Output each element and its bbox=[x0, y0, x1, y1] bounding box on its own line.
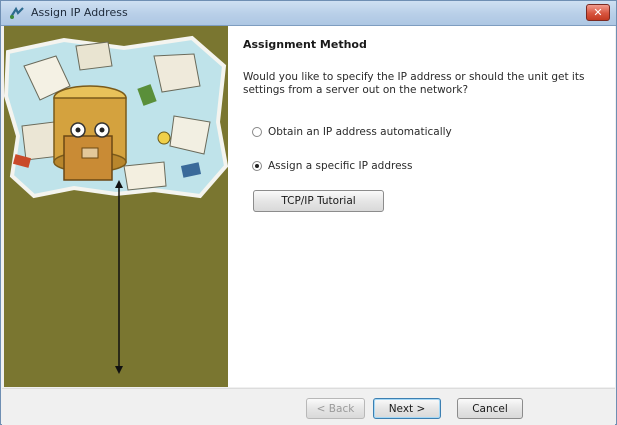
wizard-side-panel bbox=[4, 26, 228, 387]
radio-label[interactable]: Obtain an IP address automatically bbox=[268, 126, 452, 138]
back-button[interactable]: < Back bbox=[306, 398, 365, 419]
page-heading: Assignment Method bbox=[243, 38, 367, 51]
wizard-illustration bbox=[4, 35, 228, 374]
title-bar[interactable]: Assign IP Address ✕ bbox=[1, 1, 616, 26]
network-app-icon bbox=[10, 6, 24, 19]
radio-button-selected[interactable] bbox=[252, 161, 262, 171]
cancel-button[interactable]: Cancel bbox=[457, 398, 523, 419]
wizard-footer: < Back Next > Cancel bbox=[2, 388, 615, 425]
radio-label[interactable]: Assign a specific IP address bbox=[268, 160, 413, 172]
assign-ip-dialog: Assign IP Address ✕ Assignment Method Wo… bbox=[0, 0, 617, 425]
tcpip-tutorial-button[interactable]: TCP/IP Tutorial bbox=[253, 190, 384, 212]
next-button[interactable]: Next > bbox=[373, 398, 441, 419]
radio-assign-specific[interactable]: Assign a specific IP address bbox=[252, 159, 413, 173]
close-icon: ✕ bbox=[593, 6, 603, 19]
radio-button[interactable] bbox=[252, 127, 262, 137]
page-description: Would you like to specify the IP address… bbox=[243, 71, 585, 96]
window-title: Assign IP Address bbox=[31, 6, 128, 19]
wizard-content: Assignment Method Would you like to spec… bbox=[228, 26, 615, 387]
radio-obtain-automatically[interactable]: Obtain an IP address automatically bbox=[252, 125, 452, 139]
close-button[interactable]: ✕ bbox=[586, 4, 610, 21]
